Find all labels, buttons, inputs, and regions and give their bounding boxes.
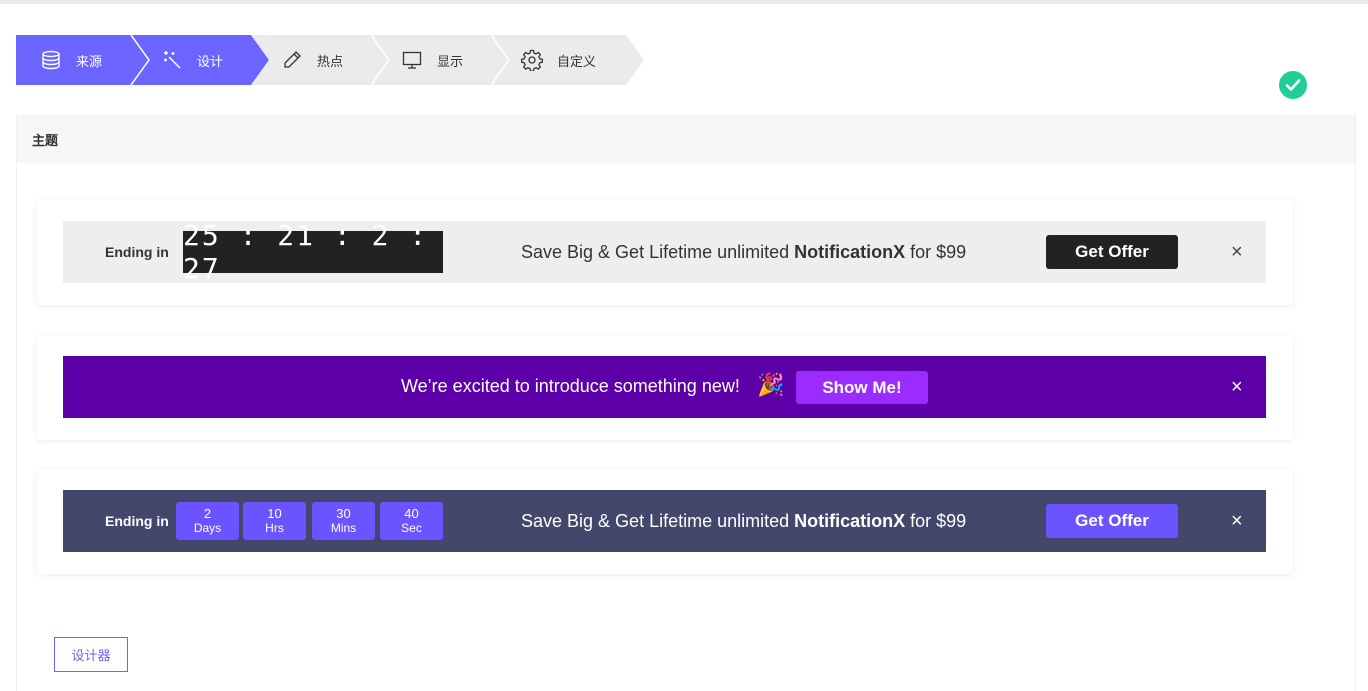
theme-option-2[interactable]: We’re excited to introduce something new… xyxy=(37,335,1293,440)
banner-message: Save Big & Get Lifetime unlimited Notifi… xyxy=(521,511,966,532)
message-text: Save Big & Get Lifetime unlimited xyxy=(521,511,795,531)
countdown-value: 40 xyxy=(404,506,419,521)
section-title: 主题 xyxy=(17,115,1355,163)
step-customize[interactable]: 自定义 xyxy=(521,35,596,85)
monitor-icon xyxy=(401,49,423,71)
database-icon xyxy=(40,49,62,71)
countdown-value: 30 xyxy=(336,506,351,521)
countdown-minutes: 30 Mins xyxy=(312,502,375,540)
magic-wand-icon xyxy=(161,49,183,71)
countdown-unit: Hrs xyxy=(265,521,284,535)
step-display[interactable]: 显示 xyxy=(401,35,463,85)
banner-message: We’re excited to introduce something new… xyxy=(401,376,740,396)
countdown-days: 2 Days xyxy=(176,502,239,540)
get-offer-button: Get Offer xyxy=(1046,504,1178,538)
step-label: 设计 xyxy=(197,53,224,69)
step-source[interactable]: 来源 xyxy=(40,35,102,85)
message-brand: NotificationX xyxy=(794,242,906,262)
selected-check-icon xyxy=(1277,69,1309,101)
wizard-steps: 来源 设计 热点 显示 自定义 xyxy=(16,35,646,85)
show-me-button: Show Me! xyxy=(796,371,928,404)
banner-preview: We’re excited to introduce something new… xyxy=(63,356,1266,418)
countdown-clock: 25 : 21 : 2 : 27 xyxy=(183,219,443,285)
ending-label: Ending in xyxy=(105,513,169,529)
close-icon: × xyxy=(1231,241,1243,263)
countdown-value: 2 xyxy=(203,506,212,521)
countdown-seconds: 40 Sec xyxy=(380,502,443,540)
ending-label: Ending in xyxy=(105,244,169,260)
countdown-hours: 10 Hrs xyxy=(243,502,306,540)
banner-message: Save Big & Get Lifetime unlimited Notifi… xyxy=(521,242,966,263)
countdown-unit: Mins xyxy=(330,521,357,535)
theme-option-3[interactable]: Ending in 2 Days 10 Hrs 30 Mins 40 Sec Save … xyxy=(37,469,1293,574)
close-icon: × xyxy=(1231,376,1243,398)
countdown-value: 10 xyxy=(267,506,282,521)
step-label: 来源 xyxy=(76,53,103,69)
message-price: for $99 xyxy=(905,242,967,262)
countdown-unit: Days xyxy=(193,521,222,535)
step-label: 自定义 xyxy=(557,53,597,69)
close-icon: × xyxy=(1231,510,1243,532)
party-popper-icon: 🎉 xyxy=(757,372,785,397)
top-border xyxy=(0,0,1368,4)
step-hotspot[interactable]: 热点 xyxy=(281,35,343,85)
pencil-icon xyxy=(281,49,303,71)
get-offer-button: Get Offer xyxy=(1046,235,1178,269)
designer-button[interactable]: 设计器 xyxy=(54,637,128,672)
countdown-unit: Sec xyxy=(401,521,422,535)
banner-preview: Ending in 2 Days 10 Hrs 30 Mins 40 Sec Save … xyxy=(63,490,1266,552)
message-brand: NotificationX xyxy=(794,511,906,531)
step-design[interactable]: 设计 xyxy=(161,35,223,85)
gear-icon xyxy=(521,49,543,71)
message-price: for $99 xyxy=(905,511,967,531)
theme-option-1[interactable]: Ending in 25 : 21 : 2 : 27 Save Big & Ge… xyxy=(37,200,1293,305)
step-label: 显示 xyxy=(437,53,464,69)
step-label: 热点 xyxy=(317,53,344,69)
message-text: Save Big & Get Lifetime unlimited xyxy=(521,242,795,262)
banner-preview: Ending in 25 : 21 : 2 : 27 Save Big & Ge… xyxy=(63,219,1266,285)
